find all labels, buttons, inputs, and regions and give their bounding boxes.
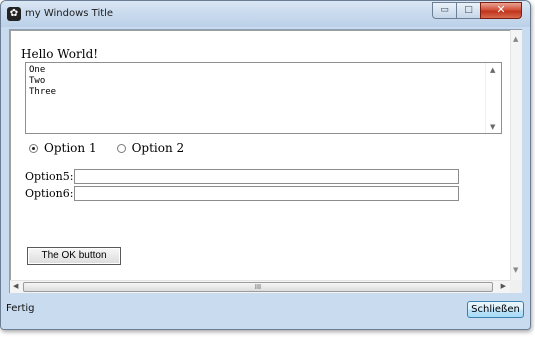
option5-row: Option5: — [25, 169, 460, 184]
radio-option-1-label[interactable]: Option 1 — [44, 141, 97, 155]
caption-buttons: ▭ □ ✕ — [432, 2, 522, 21]
textbox-content: One Two Three — [29, 65, 57, 97]
horizontal-scroll-thumb[interactable]: III — [23, 282, 493, 292]
radio-option-2[interactable] — [116, 143, 126, 153]
vertical-scrollbar[interactable]: ▲ ▼ — [510, 30, 522, 280]
minimize-button[interactable]: ▭ — [432, 2, 457, 19]
option5-field[interactable] — [74, 169, 460, 184]
app-window: ✿ my Windows Title ▭ □ ✕ Hello World! On… — [0, 0, 531, 330]
radio-group: Option 1 Option 2 — [29, 141, 204, 155]
status-text: Fertig — [6, 303, 35, 314]
client-area: Hello World! One Two Three ▲ ▼ Option 1 … — [9, 29, 522, 293]
option6-field[interactable] — [74, 186, 460, 201]
close-button[interactable]: Schließen — [467, 301, 524, 318]
scroll-left-arrow-icon[interactable]: ◀ — [13, 282, 18, 290]
content-view: Hello World! One Two Three ▲ ▼ Option 1 … — [10, 30, 510, 280]
option6-label: Option6: — [25, 186, 74, 200]
scroll-up-arrow-icon[interactable]: ▲ — [490, 66, 495, 74]
radio-option-1[interactable] — [29, 143, 38, 153]
textbox-scrollbar[interactable]: ▲ ▼ — [485, 63, 501, 133]
maximize-button[interactable]: □ — [456, 2, 481, 19]
horizontal-scrollbar[interactable]: ◀ III ▶ — [10, 280, 510, 293]
status-bar: Fertig Schließen — [1, 295, 530, 329]
app-logo-icon: ✿ — [7, 7, 21, 21]
window-title: my Windows Title — [25, 8, 114, 19]
scroll-down-arrow-icon[interactable]: ▼ — [513, 266, 518, 274]
close-window-button[interactable]: ✕ — [480, 2, 522, 19]
scroll-down-arrow-icon[interactable]: ▼ — [490, 123, 495, 131]
scroll-up-arrow-icon[interactable]: ▲ — [513, 35, 518, 43]
option5-label: Option5: — [25, 169, 74, 183]
title-bar[interactable]: ✿ my Windows Title ▭ □ ✕ — [1, 1, 530, 27]
ok-button[interactable]: The OK button — [27, 247, 121, 265]
multiline-textbox[interactable]: One Two Three ▲ ▼ — [25, 62, 502, 134]
scroll-right-arrow-icon[interactable]: ▶ — [501, 282, 506, 290]
radio-option-2-label[interactable]: Option 2 — [132, 141, 185, 155]
option6-row: Option6: — [25, 186, 460, 201]
scrollbar-corner — [510, 280, 522, 293]
greeting-text: Hello World! — [21, 47, 99, 61]
